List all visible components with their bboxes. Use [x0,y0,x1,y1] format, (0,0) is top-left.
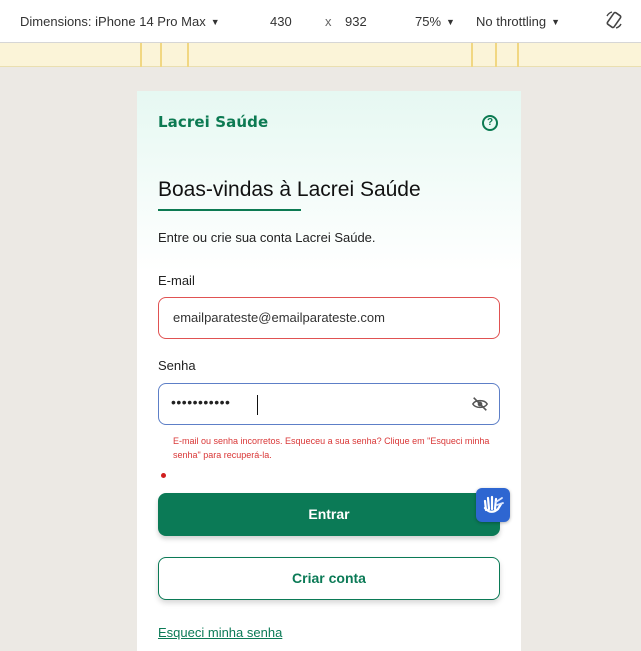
error-dot [161,473,166,478]
media-query-ruler[interactable] [0,43,641,67]
ruler-tick [160,43,162,67]
ruler-tick [471,43,473,67]
login-button[interactable]: Entrar [158,493,500,536]
page-subtitle: Entre ou crie sua conta Lacrei Saúde. [158,230,376,245]
throttling-value: No throttling [476,14,547,29]
password-label: Senha [158,358,196,373]
ruler-tick [187,43,189,67]
email-field[interactable]: emailparateste@emailparateste.com [158,297,500,339]
device-viewport: Lacrei Saúde ? Boas-vindas à Lacrei Saúd… [137,91,521,651]
create-account-button[interactable]: Criar conta [158,557,500,600]
chevron-down-icon: ▼ [210,17,220,27]
rotate-device-icon[interactable] [604,10,624,30]
throttling-selector[interactable]: No throttling ▼ [476,14,560,29]
device-height-field[interactable]: 932 [345,14,367,29]
title-underline [158,209,301,211]
device-selector[interactable]: Dimensions: iPhone 14 Pro Max ▼ [20,14,220,29]
password-field[interactable]: ••••••••••• [158,383,500,425]
brand-logo[interactable]: Lacrei Saúde [158,113,268,131]
login-error-message: E-mail ou senha incorretos. Esqueceu a s… [173,436,490,460]
zoom-value: 75% [415,14,442,29]
dimension-times-sign: x [325,14,332,29]
forgot-password-link[interactable]: Esqueci minha senha [158,625,282,640]
sign-language-icon [483,495,504,513]
password-value: ••••••••••• [171,394,231,410]
text-cursor [257,395,258,415]
email-label: E-mail [158,273,195,288]
ruler-tick [140,43,142,67]
zoom-selector[interactable]: 75% ▼ [415,14,455,29]
ruler-tick [495,43,497,67]
page-title: Boas-vindas à Lacrei Saúde [158,178,421,201]
chevron-down-icon: ▼ [551,17,561,27]
devtools-device-toolbar: Dimensions: iPhone 14 Pro Max ▼ 430 x 932… [0,0,641,43]
eye-off-icon[interactable] [471,395,489,413]
device-dimensions-label: Dimensions: iPhone 14 Pro Max [20,14,206,29]
ruler-tick [517,43,519,67]
help-icon[interactable]: ? [482,115,498,131]
accessibility-widget-button[interactable] [476,488,510,522]
chevron-down-icon: ▼ [446,17,455,27]
device-width-field[interactable]: 430 [270,14,292,29]
